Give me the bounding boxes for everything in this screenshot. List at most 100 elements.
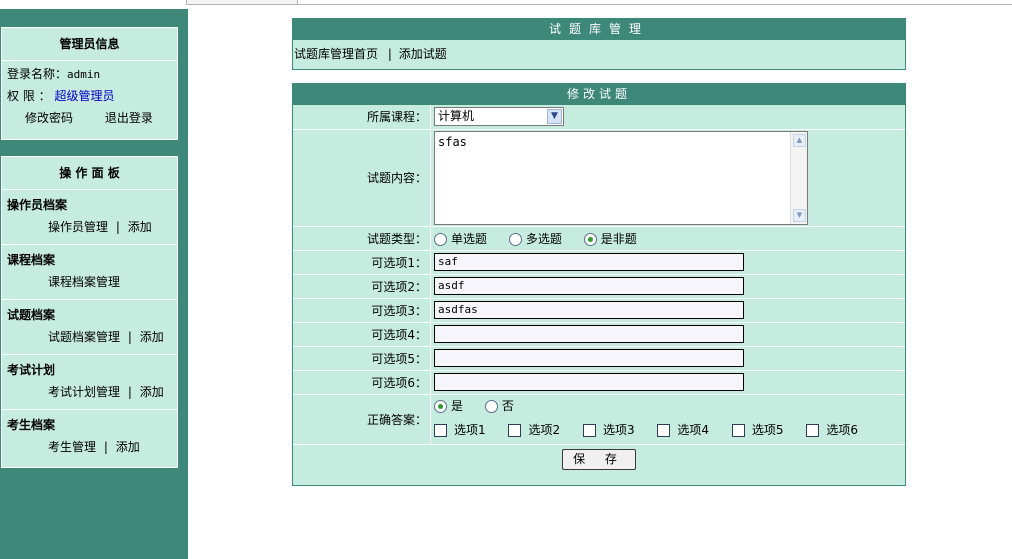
course-label: 所属课程： — [293, 105, 431, 130]
option-row-1: 可选项1： saf — [293, 250, 905, 275]
textarea-scrollbar[interactable]: ▲ ▼ — [790, 131, 807, 224]
account-actions-row: 修改密码 退出登录 — [2, 107, 177, 129]
option3-cell: asdfas — [430, 298, 905, 323]
option1-input[interactable]: saf — [434, 253, 744, 271]
question-library-box: 试题库管理 试题库管理首页 | 添加试题 — [292, 18, 906, 70]
option4-input[interactable] — [434, 325, 744, 343]
type-option-label: 是非题 — [600, 231, 637, 246]
login-name-value: admin — [67, 68, 101, 81]
edit-question-box: 修改试题 所属课程： 计算机 ▼ 试题内容： sfas ▲ ▼ 试题类型： 单选… — [292, 83, 906, 486]
option5-input[interactable] — [434, 349, 744, 367]
link-separator: | — [127, 385, 132, 399]
option3-input[interactable]: asdfas — [434, 301, 744, 319]
add-question-link[interactable]: 添加试题 — [399, 47, 447, 61]
answer-no-label: 否 — [501, 399, 514, 413]
save-cell: 保 存 — [293, 444, 905, 474]
option1-cell: saf — [430, 250, 905, 275]
answer-check-5[interactable]: 选项5 — [731, 418, 784, 443]
scroll-down-icon[interactable]: ▼ — [793, 208, 806, 222]
change-password-link[interactable]: 修改密码 — [25, 107, 73, 129]
examinee-manage-link[interactable]: 考生管理 — [48, 440, 96, 454]
answer-yes-option[interactable]: 是 — [434, 395, 463, 418]
library-home-link[interactable]: 试题库管理首页 — [294, 47, 378, 61]
operator-manage-link[interactable]: 操作员管理 — [48, 220, 108, 234]
checkbox-icon[interactable] — [582, 424, 596, 437]
content-row: 试题内容： sfas ▲ ▼ — [293, 129, 905, 227]
answer-check-4[interactable]: 选项4 — [657, 418, 709, 443]
chevron-down-icon[interactable]: ▼ — [547, 109, 562, 125]
operator-add-link[interactable]: 添加 — [128, 220, 152, 234]
admin-info-title: 管理员信息 — [2, 28, 177, 61]
checkbox-icon[interactable] — [657, 424, 671, 437]
content-cell: sfas ▲ ▼ — [430, 129, 905, 227]
answer-row: 正确答案： 是 否 选项1 选项2 选项3 选项4 选项5 选项6 — [293, 394, 905, 445]
question-add-link[interactable]: 添加 — [140, 330, 164, 344]
section-heading: 考试计划 — [7, 363, 56, 377]
content-textarea-value: sfas — [438, 134, 467, 149]
option2-cell: asdf — [430, 274, 905, 299]
question-manage-link[interactable]: 试题档案管理 — [48, 330, 120, 344]
operation-panel-title: 操 作 面 板 — [2, 157, 177, 190]
answer-check-label: 选项3 — [602, 423, 635, 437]
option5-cell — [430, 346, 905, 371]
section-heading: 课程档案 — [7, 253, 56, 267]
scroll-up-icon[interactable]: ▲ — [793, 133, 806, 147]
link-separator: | — [127, 330, 132, 344]
answer-check-label: 选项2 — [528, 423, 561, 437]
answer-check-2[interactable]: 选项2 — [508, 418, 560, 443]
course-select[interactable]: 计算机 ▼ — [434, 107, 564, 127]
answer-label: 正确答案： — [293, 394, 431, 445]
answer-check-3[interactable]: 选项3 — [582, 418, 635, 443]
answer-check-6[interactable]: 选项6 — [806, 418, 858, 443]
browser-tab-edge — [186, 0, 298, 5]
examinee-add-link[interactable]: 添加 — [116, 440, 140, 454]
section-heading: 操作员档案 — [7, 198, 68, 212]
type-option-label: 单选题 — [451, 231, 488, 246]
answer-check-label: 选项4 — [677, 423, 710, 437]
logout-link[interactable]: 退出登录 — [105, 107, 153, 129]
edit-question-form: 所属课程： 计算机 ▼ 试题内容： sfas ▲ ▼ 试题类型： 单选题 多选题… — [293, 105, 905, 474]
type-cell: 单选题 多选题 是非题 — [430, 226, 905, 251]
section-links: 考试计划管理 | 添加 — [2, 378, 177, 400]
option-row-6: 可选项6： — [293, 370, 905, 395]
type-option-truefalse[interactable]: 是非题 — [583, 230, 637, 247]
permission-row: 权 限 ： 超级管理员 — [2, 85, 177, 107]
option2-value: asdf — [438, 279, 465, 292]
course-cell: 计算机 ▼ — [430, 105, 905, 130]
checkbox-icon[interactable] — [434, 424, 447, 437]
login-name-row: 登录名称：admin — [2, 63, 177, 85]
content-label: 试题内容： — [293, 129, 431, 227]
nav-separator: | — [387, 47, 392, 61]
question-library-title: 试题库管理 — [293, 19, 905, 40]
radio-selected-icon[interactable] — [434, 400, 447, 413]
checkbox-icon[interactable] — [806, 424, 820, 437]
exam-plan-add-link[interactable]: 添加 — [140, 385, 164, 399]
option-row-4: 可选项4： — [293, 322, 905, 347]
radio-icon[interactable] — [434, 232, 447, 246]
exam-plan-manage-link[interactable]: 考试计划管理 — [48, 385, 120, 399]
answer-check-1[interactable]: 选项1 — [434, 418, 486, 443]
edit-question-title: 修改试题 — [293, 84, 905, 105]
radio-icon[interactable] — [484, 400, 498, 413]
option-row-5: 可选项5： — [293, 346, 905, 371]
type-option-multi[interactable]: 多选题 — [508, 230, 562, 247]
library-nav: 试题库管理首页 | 添加试题 — [293, 40, 905, 62]
option6-input[interactable] — [434, 373, 744, 391]
permission-link[interactable]: 超级管理员 — [54, 89, 114, 103]
save-button[interactable]: 保 存 — [562, 448, 636, 470]
save-row: 保 存 — [293, 444, 905, 474]
radio-selected-icon[interactable] — [583, 232, 597, 246]
answer-no-option[interactable]: 否 — [484, 395, 514, 418]
radio-icon[interactable] — [508, 232, 522, 246]
content-textarea[interactable]: sfas ▲ ▼ — [434, 130, 808, 225]
course-manage-link[interactable]: 课程档案管理 — [48, 275, 120, 289]
answer-check-label: 选项5 — [751, 423, 784, 437]
checkbox-icon[interactable] — [731, 424, 745, 437]
link-separator: | — [103, 440, 108, 454]
option2-input[interactable]: asdf — [434, 277, 744, 295]
browser-top-strip — [0, 0, 1012, 9]
section-operator: 操作员档案 操作员管理 | 添加 — [2, 190, 177, 245]
option3-label: 可选项3： — [293, 298, 431, 323]
type-option-single[interactable]: 单选题 — [434, 230, 487, 247]
checkbox-icon[interactable] — [508, 424, 522, 437]
